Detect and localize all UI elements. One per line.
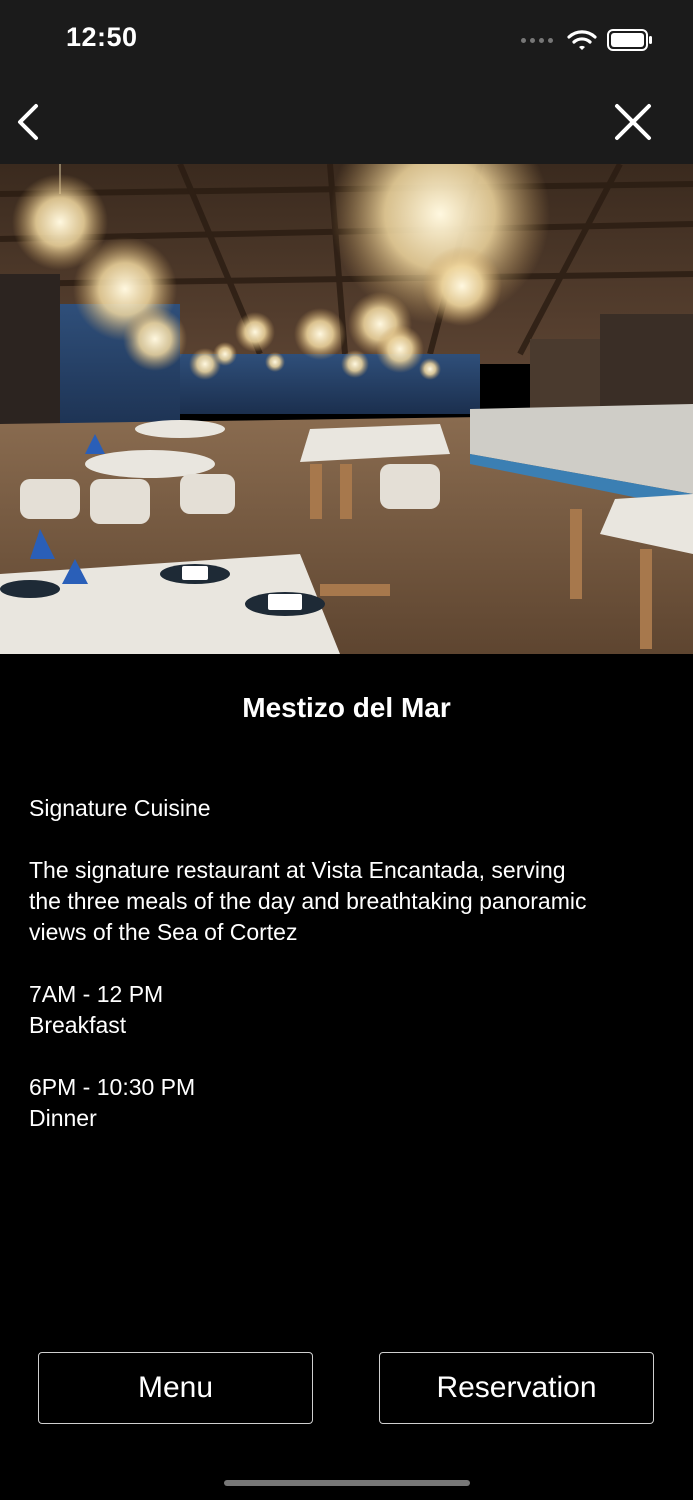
signal-icon <box>521 37 553 43</box>
status-time: 12:50 <box>66 22 138 52</box>
hours-time: 7AM - 12 PM <box>29 981 164 1007</box>
restaurant-photo <box>0 164 693 654</box>
hours-meal: Breakfast <box>29 1012 127 1038</box>
status-bar: 12:50 <box>0 0 693 82</box>
description-line: the three meals of the day and breathtak… <box>29 888 587 914</box>
description-line: views of the Sea of Cortez <box>29 919 298 945</box>
menu-button[interactable]: Menu <box>38 1352 313 1424</box>
chevron-left-icon[interactable] <box>12 100 48 144</box>
battery-icon <box>607 29 652 51</box>
wifi-icon <box>567 30 597 50</box>
status-icons <box>521 26 653 54</box>
close-icon[interactable] <box>613 102 653 142</box>
cuisine-label: Signature Cuisine <box>29 795 211 821</box>
hours-meal: Dinner <box>29 1105 97 1131</box>
home-indicator[interactable] <box>224 1480 470 1486</box>
hours-time: 6PM - 10:30 PM <box>29 1074 196 1100</box>
restaurant-name: Mestizo del Mar <box>242 692 451 723</box>
reservation-button[interactable]: Reservation <box>379 1352 654 1424</box>
description-line: The signature restaurant at Vista Encant… <box>29 857 566 883</box>
restaurant-details: Signature Cuisine The signature restaura… <box>29 793 669 1134</box>
nav-bar <box>0 82 693 164</box>
